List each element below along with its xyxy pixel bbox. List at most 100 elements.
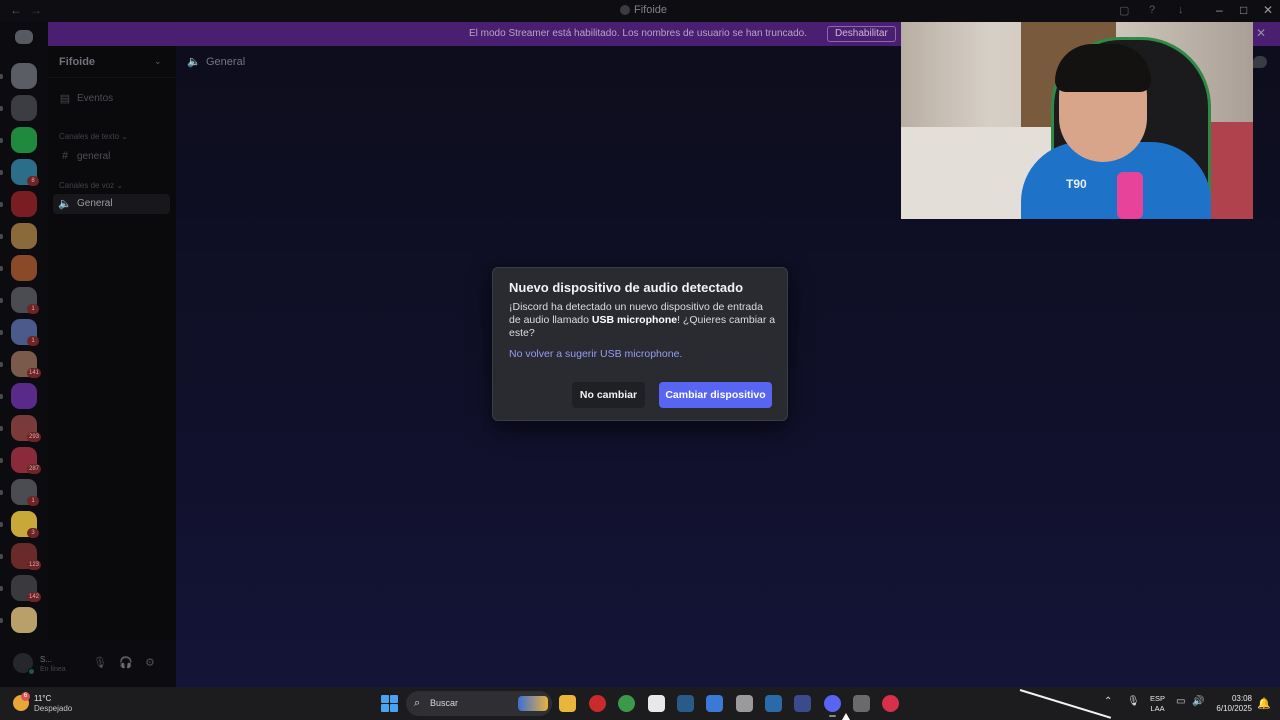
steam-icon[interactable]: [677, 695, 694, 712]
mention-badge: 8: [27, 176, 39, 186]
app-red-icon[interactable]: [882, 695, 899, 712]
windows-start-icon[interactable]: [381, 695, 398, 712]
maximize-icon[interactable]: □: [1240, 3, 1247, 17]
channel-header-title: General: [206, 56, 246, 68]
mention-badge: 1: [27, 336, 39, 346]
unread-pill: [0, 106, 3, 111]
app-audio-icon[interactable]: [794, 695, 811, 712]
inbox-icon[interactable]: ▢: [1119, 4, 1129, 17]
server-icon[interactable]: 141: [0, 351, 42, 378]
app-gear-icon[interactable]: [736, 695, 753, 712]
forward-arrow-icon[interactable]: →: [30, 3, 42, 17]
server-icon[interactable]: [0, 383, 37, 409]
app-store-icon[interactable]: [765, 695, 782, 712]
server-icon[interactable]: 123: [0, 543, 42, 570]
mention-badge: 1: [27, 304, 39, 314]
user-panel: S... En línea 🎙 🎧 ⚙: [0, 640, 176, 687]
discord-home-icon[interactable]: [15, 30, 33, 44]
unread-pill: [0, 266, 3, 271]
server-icon[interactable]: 8: [0, 159, 39, 186]
headphones-icon[interactable]: 🎧: [119, 656, 133, 669]
speaker-icon: 🔈: [58, 198, 72, 210]
events-item[interactable]: ▤ Eventos: [59, 92, 113, 105]
audio-device-modal: Nuevo dispositivo de audio detectado ¡Di…: [492, 267, 788, 421]
opera-icon[interactable]: [589, 695, 606, 712]
server-icon[interactable]: [0, 191, 37, 217]
unread-pill: [0, 490, 3, 495]
device-name: USB microphone: [591, 314, 678, 326]
speaker-icon: 🔈: [187, 56, 201, 68]
microphone-icon[interactable]: 🎙: [93, 656, 107, 669]
modal-body: ¡Discord ha detectado un nuevo dispositi…: [509, 301, 776, 339]
chat-icon[interactable]: [1253, 56, 1267, 68]
channel-general-voice[interactable]: 🔈 General: [53, 194, 170, 214]
close-window-icon[interactable]: ✕: [1263, 3, 1273, 17]
channel-sidebar: Fifoide ⌄ ▤ Eventos Canales de texto ⌄ #…: [48, 46, 176, 687]
server-icon[interactable]: [0, 223, 37, 249]
search-highlight-image: [518, 696, 548, 711]
server-icon[interactable]: [0, 255, 37, 281]
chevron-down-icon[interactable]: ⌄: [154, 56, 162, 67]
server-icon[interactable]: [0, 95, 37, 121]
unread-pill: [0, 554, 3, 559]
server-icon[interactable]: [0, 63, 37, 89]
divider: [48, 77, 176, 78]
file-explorer-icon[interactable]: [559, 695, 576, 712]
search-label: Buscar: [430, 698, 459, 708]
text-category[interactable]: Canales de texto ⌄: [59, 132, 128, 141]
app-settings-icon[interactable]: [853, 695, 870, 712]
server-icon[interactable]: [0, 607, 37, 633]
weather-condition[interactable]: Despejado: [34, 704, 72, 713]
taskbar: 6 11°C Despejado ⌕ Buscar ⌃ 🎙 ESP LAA ▭ …: [0, 687, 1280, 720]
change-device-button[interactable]: Cambiar dispositivo: [659, 382, 772, 408]
show-hidden-icons-chevron-icon[interactable]: ⌃: [1104, 696, 1112, 707]
server-icon[interactable]: 287: [0, 447, 42, 474]
unread-pill: [0, 234, 3, 239]
system-clock[interactable]: 03:08 6/10/2025: [1212, 694, 1252, 714]
server-icon[interactable]: 1: [0, 287, 39, 314]
mention-badge: 3: [27, 528, 39, 538]
disable-streamer-button[interactable]: Deshabilitar: [827, 26, 896, 42]
settings-cog-icon[interactable]: [648, 695, 665, 712]
notification-bell-icon[interactable]: 🔔: [1257, 697, 1271, 710]
language-indicator[interactable]: ESP LAA: [1150, 694, 1165, 714]
online-status-dot: [28, 668, 35, 675]
settings-gear-icon[interactable]: ⚙: [145, 656, 155, 669]
modal-title: Nuevo dispositivo de audio detectado: [509, 280, 744, 295]
app-blue-icon[interactable]: [706, 695, 723, 712]
title-bar: ← → Fifoide ▢ ? ↓ – □ ✕: [0, 0, 1280, 22]
back-arrow-icon[interactable]: ←: [10, 3, 22, 17]
dont-suggest-link[interactable]: No volver a sugerir USB microphone.: [509, 348, 682, 360]
calendar-icon: ▤: [59, 93, 71, 105]
network-icon[interactable]: ▭: [1176, 696, 1185, 707]
taskbar-search[interactable]: ⌕ Buscar: [406, 691, 552, 716]
discord-icon[interactable]: [824, 695, 841, 717]
chrome-icon[interactable]: [618, 695, 635, 712]
unread-pill: [0, 522, 3, 527]
mention-badge: 293: [27, 432, 42, 442]
weather-temperature[interactable]: 11°C: [34, 694, 51, 703]
desktop: ← → Fifoide ▢ ? ↓ – □ ✕ El modo Streamer…: [0, 0, 1280, 720]
mention-badge: 123: [27, 560, 42, 570]
channel-general-text[interactable]: # general: [59, 150, 110, 162]
server-icon[interactable]: 293: [0, 415, 42, 442]
banner-message: El modo Streamer está habilitado. Los no…: [469, 28, 807, 39]
download-icon[interactable]: ↓: [1178, 4, 1184, 16]
mention-badge: 141: [27, 368, 42, 378]
server-icon[interactable]: 1: [0, 479, 39, 506]
mention-badge: 1: [27, 496, 39, 506]
volume-icon[interactable]: 🔊: [1192, 696, 1204, 707]
user-status: En línea: [40, 666, 66, 673]
help-icon[interactable]: ?: [1149, 4, 1155, 16]
server-icon[interactable]: [0, 127, 37, 153]
server-icon[interactable]: 1: [0, 319, 39, 346]
banner-close-icon[interactable]: ✕: [1256, 26, 1266, 40]
server-name[interactable]: Fifoide: [59, 56, 95, 68]
server-icon[interactable]: 142: [0, 575, 42, 602]
voice-category[interactable]: Canales de voz ⌄: [59, 181, 123, 190]
microphone-tray-icon[interactable]: 🎙: [1127, 696, 1140, 707]
minimize-icon[interactable]: –: [1216, 3, 1223, 17]
server-icon[interactable]: 3: [0, 511, 39, 538]
microphone-device: [1117, 172, 1143, 219]
no-change-button[interactable]: No cambiar: [572, 382, 645, 408]
